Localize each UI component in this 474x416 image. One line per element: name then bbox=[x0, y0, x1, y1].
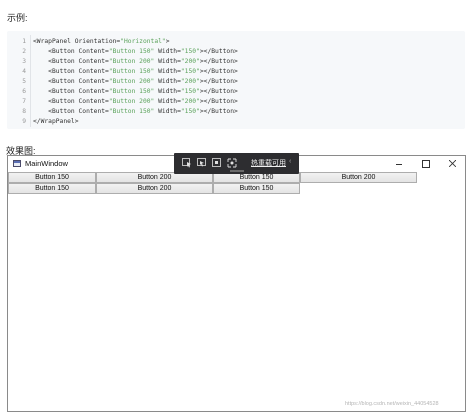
code-block: 1 <WrapPanel Orientation="Horizontal"> 2 <… bbox=[7, 31, 465, 129]
code-token-tag: ></Button> bbox=[199, 48, 238, 55]
line-number: 7 bbox=[22, 98, 26, 105]
code-token-attr: Width= bbox=[154, 98, 181, 105]
binding-failures-button[interactable] bbox=[227, 158, 237, 168]
code-text: <Button Content="Button 150" Width="150"… bbox=[33, 107, 238, 117]
code-token-str: "Horizontal" bbox=[120, 38, 166, 45]
close-icon bbox=[449, 160, 456, 167]
code-token-tag: <Button bbox=[33, 108, 79, 115]
display-layout-icon bbox=[197, 158, 206, 167]
window-title: MainWindow bbox=[25, 159, 68, 168]
code-token-str: "150" bbox=[180, 108, 200, 115]
chevron-left-icon[interactable]: ‹ bbox=[289, 158, 291, 165]
minimize-button[interactable] bbox=[390, 156, 412, 172]
select-element-button[interactable] bbox=[182, 158, 192, 168]
code-token-str: "Button 200" bbox=[108, 78, 155, 85]
code-token-str: "Button 150" bbox=[108, 68, 155, 75]
wrap-button-6[interactable]: Button 200 bbox=[96, 183, 213, 194]
code-token-attr: Width= bbox=[154, 48, 181, 55]
code-token-tag: ></Button> bbox=[199, 68, 238, 75]
code-token-attr: Content= bbox=[78, 98, 109, 105]
code-token-attr: Orientation= bbox=[74, 38, 121, 45]
code-token-str: "150" bbox=[180, 48, 200, 55]
code-token-attr: Content= bbox=[78, 88, 109, 95]
code-token-tag: <Button bbox=[33, 58, 79, 65]
line-number: 5 bbox=[22, 78, 26, 85]
line-number: 1 bbox=[22, 38, 26, 45]
maximize-button[interactable] bbox=[415, 156, 437, 172]
code-text: <WrapPanel Orientation="Horizontal"> bbox=[33, 37, 170, 47]
page: 示例: 1 <WrapPanel Orientation="Horizontal"… bbox=[0, 0, 474, 416]
code-token-attr: Width= bbox=[154, 108, 181, 115]
code-token-str: "Button 200" bbox=[108, 58, 155, 65]
gutter-divider bbox=[30, 35, 31, 127]
app-window-icon bbox=[13, 160, 21, 167]
line-number: 2 bbox=[22, 48, 26, 55]
select-element-icon bbox=[182, 158, 191, 168]
code-text: <Button Content="Button 200" Width="200"… bbox=[33, 57, 238, 67]
code-token-tag: ></Button> bbox=[199, 78, 238, 85]
code-text: <Button Content="Button 200" Width="200"… bbox=[33, 77, 238, 87]
line-number: 8 bbox=[22, 108, 26, 115]
code-token-str: "Button 150" bbox=[108, 108, 155, 115]
code-token-attr: Content= bbox=[78, 108, 109, 115]
line-number: 6 bbox=[22, 88, 26, 95]
example-heading: 示例: bbox=[7, 13, 28, 23]
main-window: MainWindow Button 150 Button 200 Button … bbox=[7, 155, 466, 412]
code-token-attr: Width= bbox=[154, 58, 181, 65]
code-token-attr: Width= bbox=[154, 68, 181, 75]
line-number: 9 bbox=[22, 118, 26, 125]
watermark: https://blog.csdn.net/weixin_44054528 bbox=[345, 401, 439, 407]
code-token-tag: <WrapPanel bbox=[33, 38, 75, 45]
code-token-attr: Width= bbox=[154, 78, 181, 85]
code-token-attr: Content= bbox=[78, 68, 109, 75]
code-text: <Button Content="Button 200" Width="200"… bbox=[33, 97, 238, 107]
wrap-button-1[interactable]: Button 150 bbox=[8, 172, 96, 183]
code-token-str: "Button 200" bbox=[108, 98, 155, 105]
code-token-str: "Button 150" bbox=[108, 48, 155, 55]
code-token-tag: ></Button> bbox=[199, 98, 238, 105]
code-token-tag: ></Button> bbox=[199, 88, 238, 95]
code-token-str: "200" bbox=[180, 78, 200, 85]
code-text: <Button Content="Button 150" Width="150"… bbox=[33, 47, 238, 57]
code-token-tag: <Button bbox=[33, 48, 79, 55]
hot-reload-toolbar: 热重载可用 ‹ bbox=[174, 153, 299, 174]
wrap-button-7[interactable]: Button 150 bbox=[213, 183, 300, 194]
code-token-str: "150" bbox=[180, 68, 200, 75]
code-token-attr: Content= bbox=[78, 78, 109, 85]
toolbar-collapse-handle[interactable] bbox=[230, 170, 244, 172]
code-text: <Button Content="Button 150" Width="150"… bbox=[33, 87, 238, 97]
hot-reload-status-link[interactable]: 热重载可用 bbox=[251, 158, 286, 168]
line-number: 4 bbox=[22, 68, 26, 75]
code-token-tag: <Button bbox=[33, 68, 79, 75]
code-token-tag: <Button bbox=[33, 98, 79, 105]
code-token-attr: Width= bbox=[154, 88, 181, 95]
code-token-tag: <Button bbox=[33, 78, 79, 85]
close-button[interactable] bbox=[441, 156, 463, 172]
display-layout-button[interactable] bbox=[197, 158, 207, 168]
wrap-button-5[interactable]: Button 150 bbox=[8, 183, 96, 194]
code-token-str: "Button 150" bbox=[108, 88, 155, 95]
track-focus-icon bbox=[212, 158, 221, 167]
code-token-str: "150" bbox=[180, 88, 200, 95]
line-number: 3 bbox=[22, 58, 26, 65]
code-text: </WrapPanel> bbox=[33, 117, 79, 127]
code-token-tag: <Button bbox=[33, 88, 79, 95]
code-token-str: "200" bbox=[180, 98, 200, 105]
code-token-tag: ></Button> bbox=[199, 58, 238, 65]
code-token-tag: ></Button> bbox=[199, 108, 238, 115]
code-token-str: "200" bbox=[180, 58, 200, 65]
code-text: <Button Content="Button 150" Width="150"… bbox=[33, 67, 238, 77]
code-token-tag: > bbox=[165, 38, 170, 45]
track-focus-button[interactable] bbox=[212, 158, 222, 168]
code-token-tag: </WrapPanel> bbox=[33, 118, 79, 125]
binding-failures-icon bbox=[227, 158, 237, 168]
code-token-attr: Content= bbox=[78, 58, 109, 65]
wrap-button-4[interactable]: Button 200 bbox=[300, 172, 417, 183]
code-token-attr: Content= bbox=[78, 48, 109, 55]
